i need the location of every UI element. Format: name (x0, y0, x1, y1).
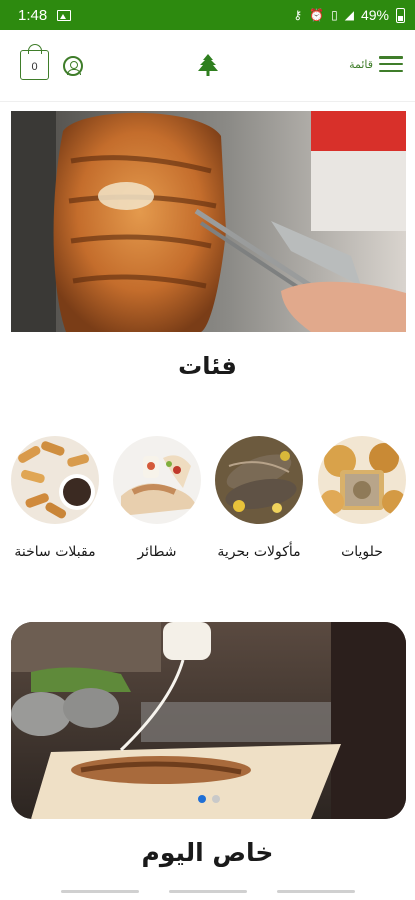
account-icon[interactable] (63, 56, 83, 76)
carousel-indicator (11, 795, 406, 803)
shawarma-carving-photo (11, 111, 406, 332)
image-icon (57, 9, 72, 21)
categories-title: فئات (178, 352, 237, 380)
status-time: 1:48 (18, 6, 48, 24)
menu-label: قائمة (349, 57, 373, 71)
seafood-photo (215, 436, 303, 524)
specials-title: خاص اليوم (141, 838, 274, 867)
carousel-dot-active[interactable] (197, 795, 206, 803)
menu-button[interactable]: قائمة (349, 56, 403, 72)
cedar-logo[interactable] (196, 53, 220, 79)
category-label: مأكولات بحرية (217, 544, 301, 560)
carousel-dot[interactable] (211, 795, 220, 803)
cart-count: 0 (31, 60, 38, 73)
category-label: مقبلات ساخنة (14, 544, 96, 560)
category-item-sandwiches[interactable]: شطائر (113, 436, 201, 562)
vibrate-icon: ▯ (331, 8, 338, 22)
category-item-seafood[interactable]: مأكولات بحرية (215, 436, 303, 562)
status-icons: ⚷ ⏰ ▯ ◢ 49% (293, 7, 405, 23)
category-item-sweets[interactable]: حلويات (318, 436, 406, 562)
bottom-nav-hint (0, 890, 415, 900)
signal-icon: ◢ (344, 8, 354, 22)
promo-carousel[interactable] (11, 622, 406, 819)
status-bar: 1:48 ⚷ ⏰ ▯ ◢ 49% (0, 0, 415, 30)
category-label: شطائر (137, 544, 177, 560)
shawarma-wrap-photo (11, 622, 406, 819)
category-label: حلويات (341, 544, 383, 560)
sandwiches-photo (113, 436, 201, 524)
app-header: 0 قائمة (0, 30, 415, 102)
cart-button[interactable]: 0 (20, 44, 49, 80)
battery-percent: 49% (360, 7, 389, 23)
key-icon: ⚷ (293, 8, 303, 22)
app-screen: 1:48 ⚷ ⏰ ▯ ◢ 49% 0 قائمة فئات حلويات مأك… (0, 0, 415, 900)
battery-icon (396, 7, 405, 23)
hot-appetizers-photo (11, 436, 99, 524)
alarm-icon: ⏰ (309, 8, 325, 22)
hamburger-icon (379, 56, 403, 72)
hero-banner[interactable] (11, 111, 406, 332)
sweets-photo (318, 436, 406, 524)
category-item-hot-appetizers[interactable]: مقبلات ساخنة (11, 436, 99, 562)
